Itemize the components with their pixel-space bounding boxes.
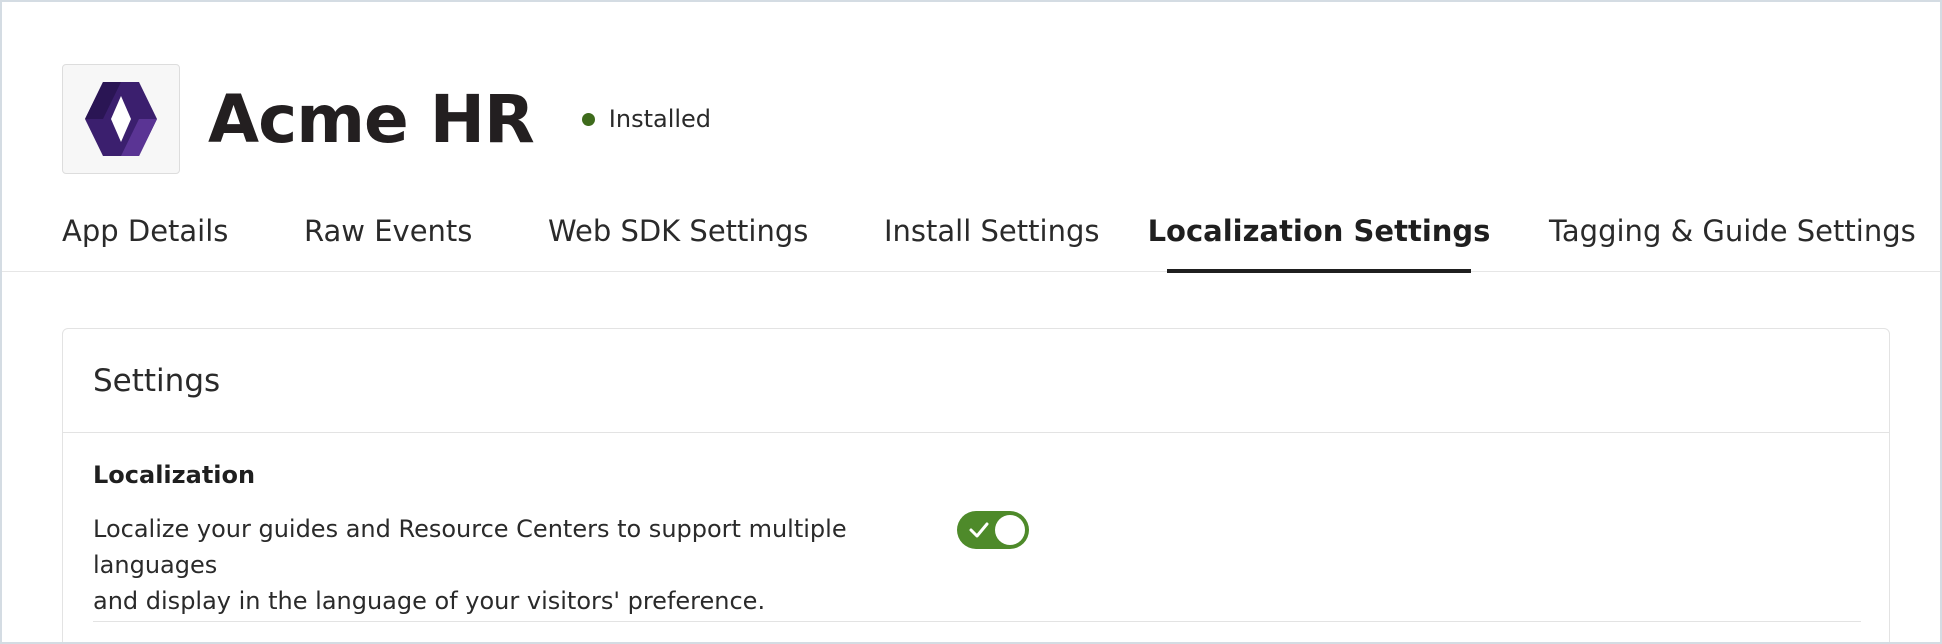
localization-row: Localize your guides and Resource Center… — [93, 511, 1859, 619]
settings-title: Settings — [93, 362, 221, 399]
check-icon — [969, 522, 989, 538]
app-header: Acme HR Installed — [62, 64, 711, 174]
tab-localization-settings[interactable]: Localization Settings — [1148, 214, 1490, 273]
localization-heading: Localization — [93, 461, 256, 489]
tab-app-details[interactable]: App Details — [62, 214, 228, 272]
status-label: Installed — [608, 105, 712, 133]
status-badge: Installed — [581, 105, 712, 133]
localization-description: Localize your guides and Resource Center… — [93, 511, 973, 619]
tab-web-sdk-settings[interactable]: Web SDK Settings — [548, 214, 808, 272]
localization-description-line2: and display in the language of your visi… — [93, 587, 766, 615]
section-divider — [93, 621, 1861, 622]
hexagon-diamond-logo-icon — [85, 82, 157, 156]
tab-tagging-guide-settings[interactable]: Tagging & Guide Settings — [1549, 214, 1916, 272]
localization-description-line1: Localize your guides and Resource Center… — [93, 515, 847, 579]
settings-card: Settings Localization Localize your guid… — [62, 328, 1890, 642]
status-dot-icon — [581, 112, 595, 126]
settings-card-header: Settings — [63, 329, 1889, 433]
app-settings-page: Acme HR Installed App Details Raw Events… — [0, 0, 1942, 644]
tab-install-settings[interactable]: Install Settings — [884, 214, 1099, 272]
app-title: Acme HR — [208, 80, 535, 158]
tab-bar: App Details Raw Events Web SDK Settings … — [2, 214, 1940, 273]
localization-toggle[interactable] — [957, 511, 1029, 549]
tab-raw-events[interactable]: Raw Events — [304, 214, 472, 272]
toggle-knob — [995, 515, 1025, 545]
localization-section: Localization Localize your guides and Re… — [63, 433, 1889, 619]
app-logo — [62, 64, 180, 174]
